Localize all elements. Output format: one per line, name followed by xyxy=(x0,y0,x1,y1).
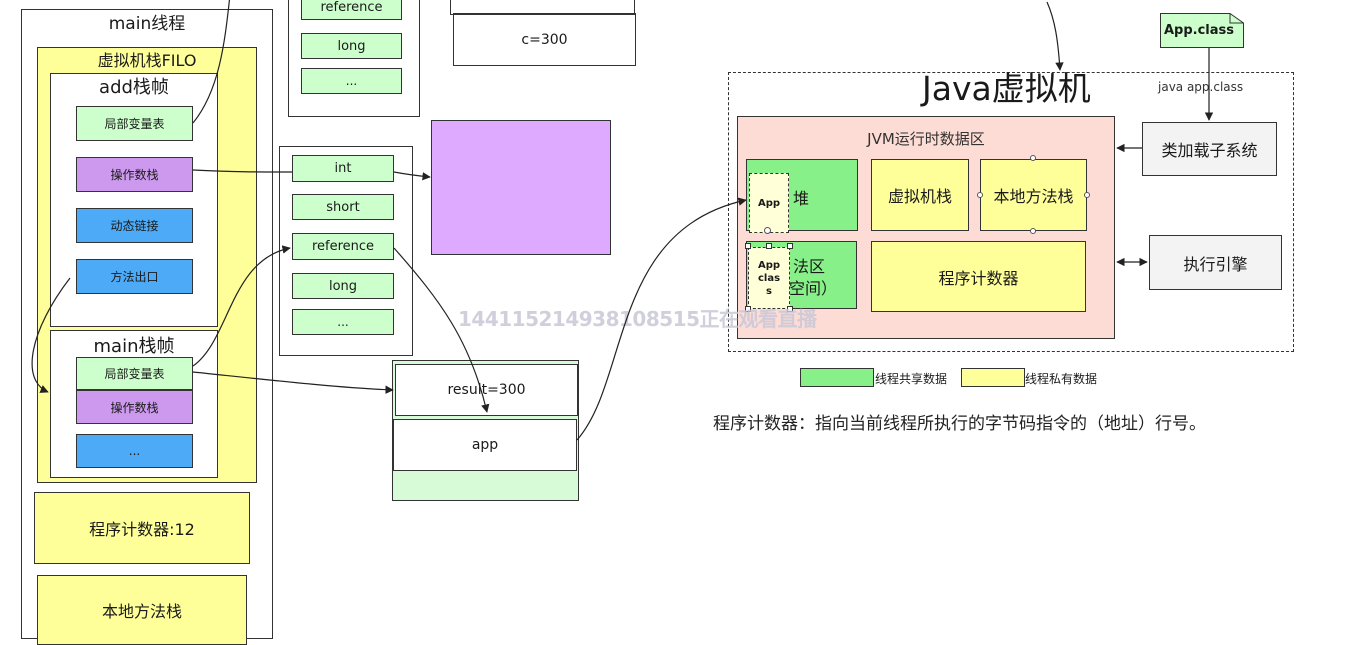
app-class-file-label: App.class xyxy=(1163,22,1235,38)
add-method-exit: 方法出口 xyxy=(76,259,193,294)
native-stack-region: 本地方法栈 xyxy=(980,159,1087,231)
vm-stack-region: 虚拟机栈 xyxy=(871,159,969,231)
top-value-box: c=300 xyxy=(453,13,636,66)
resize-handle[interactable] xyxy=(1030,228,1036,234)
add-local-vars: 局部变量表 xyxy=(76,106,193,141)
method-area-label-2: 空间） xyxy=(789,279,838,298)
app-class-file[interactable]: App.class xyxy=(1160,13,1244,48)
app-class-line: App xyxy=(757,259,781,271)
main-frame-title: main栈帧 xyxy=(93,336,175,357)
resize-handle[interactable] xyxy=(1030,155,1036,161)
vm-stack-title: 虚拟机栈FILO xyxy=(97,51,197,70)
slot-more: ... xyxy=(292,309,394,335)
slot-int: int xyxy=(292,155,394,182)
class-loader-box: 类加载子系统 xyxy=(1142,122,1277,176)
runtime-data-title: JVM运行时数据区 xyxy=(867,129,985,148)
exec-engine-box: 执行引擎 xyxy=(1149,235,1282,290)
pc-note: 程序计数器：指向当前线程所执行的字节码指令的（地址）行号。 xyxy=(713,414,1206,434)
method-area-label-1: 法区 xyxy=(793,257,826,276)
add-operand-stack: 操作数栈 xyxy=(76,157,193,192)
pc-region: 程序计数器 xyxy=(871,241,1086,312)
app-class-line: s xyxy=(766,285,772,297)
legend-private-swatch xyxy=(961,368,1025,387)
top-slot-more: ... xyxy=(301,68,402,94)
selection-handle[interactable] xyxy=(766,243,772,249)
heap-label: 堆 xyxy=(793,189,810,208)
app-class-line: clas xyxy=(757,272,781,284)
slot-long: long xyxy=(292,273,394,299)
top-slot-reference: reference xyxy=(301,0,402,20)
main-operand-stack: 操作数栈 xyxy=(76,390,193,424)
purple-object-box xyxy=(431,120,611,255)
main-thread-title: main线程 xyxy=(108,13,186,34)
legend-shared-label: 线程共享数据 xyxy=(875,372,948,386)
program-counter-left: 程序计数器:12 xyxy=(34,492,250,564)
add-frame-title: add栈帧 xyxy=(99,77,169,98)
heap-result-field: result=300 xyxy=(395,364,578,416)
java-command-label: java app.class xyxy=(1156,80,1246,94)
selection-handle[interactable] xyxy=(745,243,751,249)
top-slot-long: long xyxy=(301,33,402,59)
legend-shared-swatch xyxy=(800,368,874,387)
heap-app-field: app xyxy=(393,419,577,471)
app-object-in-heap[interactable]: App xyxy=(749,173,789,233)
add-dynamic-link: 动态链接 xyxy=(76,208,193,243)
selection-handle[interactable] xyxy=(787,243,793,249)
main-more: ... xyxy=(76,434,193,468)
slot-short: short xyxy=(292,194,394,220)
slot-reference: reference xyxy=(292,233,394,260)
resize-handle[interactable] xyxy=(977,192,983,198)
app-class-in-method-area[interactable]: App clas s xyxy=(748,247,790,309)
live-watermark: 1441152149381085​15正在观看直播 xyxy=(458,307,817,331)
legend-private-label: 线程私有数据 xyxy=(1025,372,1098,386)
resize-handle[interactable] xyxy=(1084,192,1090,198)
rotate-handle[interactable] xyxy=(764,227,771,234)
connector xyxy=(1046,1,1064,71)
jvm-title: Java虚拟机 xyxy=(922,69,1091,108)
native-stack-left: 本地方法栈 xyxy=(37,575,247,645)
main-local-vars: 局部变量表 xyxy=(76,357,193,390)
